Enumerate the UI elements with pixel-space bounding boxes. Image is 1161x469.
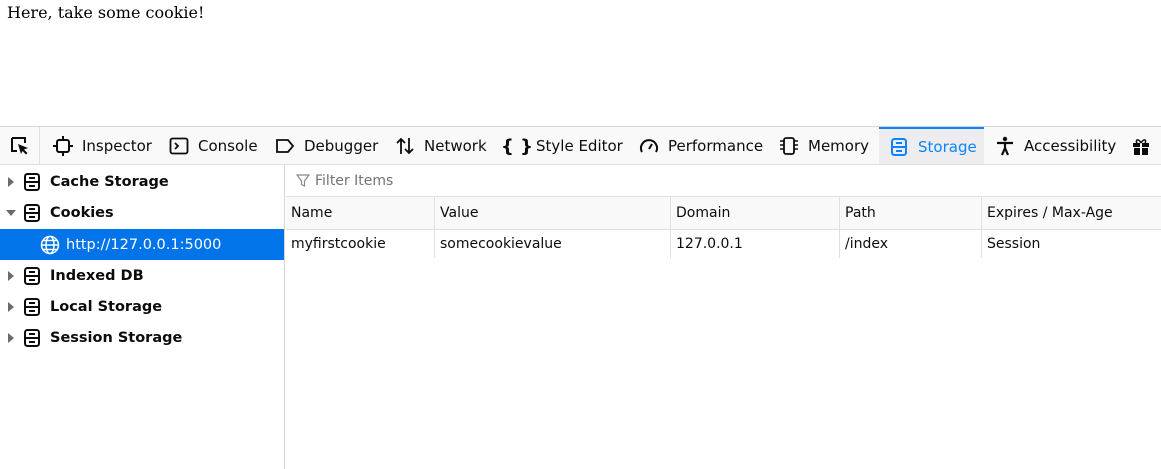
tab-label: Style Editor: [536, 137, 623, 155]
storage-icon: [22, 172, 42, 192]
tab-label: Accessibility: [1024, 137, 1117, 155]
storage-icon: [22, 266, 42, 286]
tab-label: Performance: [668, 137, 764, 155]
sidebar-item-local-storage[interactable]: Local Storage: [0, 291, 284, 322]
tab-style-editor[interactable]: { } Style Editor: [501, 127, 623, 164]
devtools-toolbar: Inspector Console Debugger Network { } S…: [0, 127, 1161, 165]
tab-storage[interactable]: Storage: [879, 127, 984, 164]
tab-debugger[interactable]: Debugger: [274, 127, 379, 164]
sidebar-item-label: http://127.0.0.1:5000: [66, 236, 222, 253]
tab-accessibility[interactable]: Accessibility: [994, 127, 1117, 164]
gauge-icon: [638, 135, 660, 157]
cell-expires[interactable]: Session: [981, 230, 1161, 258]
inspector-icon: [52, 135, 74, 157]
storage-sidebar: Cache Storage Cookies http://127.0.0.1:5…: [0, 165, 285, 469]
tab-label: Debugger: [304, 137, 379, 155]
tab-label: Storage: [918, 138, 977, 156]
storage-icon: [888, 136, 910, 158]
tab-inspector[interactable]: Inspector: [52, 127, 152, 164]
expand-arrow-icon[interactable]: [6, 270, 16, 281]
column-header-name[interactable]: Name: [286, 197, 434, 229]
sidebar-item-cache-storage[interactable]: Cache Storage: [0, 166, 284, 197]
debugger-icon: [274, 135, 296, 157]
sidebar-item-label: Cookies: [50, 204, 114, 221]
element-picker-button[interactable]: [0, 127, 40, 164]
collapse-arrow-icon[interactable]: [6, 209, 16, 217]
sidebar-item-cookies[interactable]: Cookies: [0, 197, 284, 228]
expand-arrow-icon[interactable]: [6, 176, 16, 187]
sidebar-item-label: Local Storage: [50, 298, 163, 315]
column-header-path[interactable]: Path: [839, 197, 981, 229]
network-arrows-icon: [394, 135, 416, 157]
globe-icon: [40, 235, 60, 255]
tab-label: Console: [198, 137, 258, 155]
storage-icon: [22, 328, 42, 348]
cell-value[interactable]: somecookievalue: [434, 230, 670, 258]
tab-performance[interactable]: Performance: [638, 127, 764, 164]
accessibility-icon: [994, 135, 1016, 157]
page-content-text: Here, take some cookie!: [7, 3, 205, 22]
tab-label: Memory: [808, 137, 870, 155]
cell-name[interactable]: myfirstcookie: [286, 230, 434, 258]
sidebar-item-label: Indexed DB: [50, 267, 144, 284]
storage-icon: [22, 297, 42, 317]
table-header: Name Value Domain Path Expires / Max-Age: [286, 197, 1161, 230]
devtools-panel: Inspector Console Debugger Network { } S…: [0, 126, 1161, 469]
console-icon: [168, 135, 190, 157]
column-header-value[interactable]: Value: [434, 197, 670, 229]
tab-label: Inspector: [82, 137, 152, 155]
storage-table-panel: Filter Items Name Value Domain Path Expi…: [286, 165, 1161, 469]
tab-label: Network: [424, 137, 487, 155]
element-picker-icon: [10, 137, 28, 155]
memory-chip-icon: [778, 135, 800, 157]
expand-arrow-icon[interactable]: [6, 332, 16, 343]
expand-arrow-icon[interactable]: [6, 301, 16, 312]
tab-console[interactable]: Console: [168, 127, 258, 164]
column-header-expires[interactable]: Expires / Max-Age: [981, 197, 1161, 229]
sidebar-item-label: Session Storage: [50, 329, 183, 346]
sidebar-item-cookie-origin[interactable]: http://127.0.0.1:5000: [0, 229, 284, 260]
table-row[interactable]: myfirstcookie somecookievalue 127.0.0.1 …: [286, 230, 1161, 258]
tab-overflow[interactable]: [1130, 127, 1160, 164]
column-header-domain[interactable]: Domain: [670, 197, 839, 229]
sidebar-item-indexed-db[interactable]: Indexed DB: [0, 260, 284, 291]
braces-icon: { }: [501, 135, 533, 157]
storage-icon: [22, 203, 42, 223]
filter-funnel-icon: [296, 173, 310, 188]
gift-icon: [1130, 135, 1152, 157]
cell-domain[interactable]: 127.0.0.1: [670, 230, 839, 258]
sidebar-item-label: Cache Storage: [50, 173, 169, 190]
filter-input[interactable]: Filter Items: [315, 173, 615, 189]
tab-network[interactable]: Network: [394, 127, 487, 164]
cell-path[interactable]: /index: [839, 230, 981, 258]
tab-memory[interactable]: Memory: [778, 127, 870, 164]
sidebar-item-session-storage[interactable]: Session Storage: [0, 322, 284, 353]
filter-bar: Filter Items: [286, 165, 1161, 197]
